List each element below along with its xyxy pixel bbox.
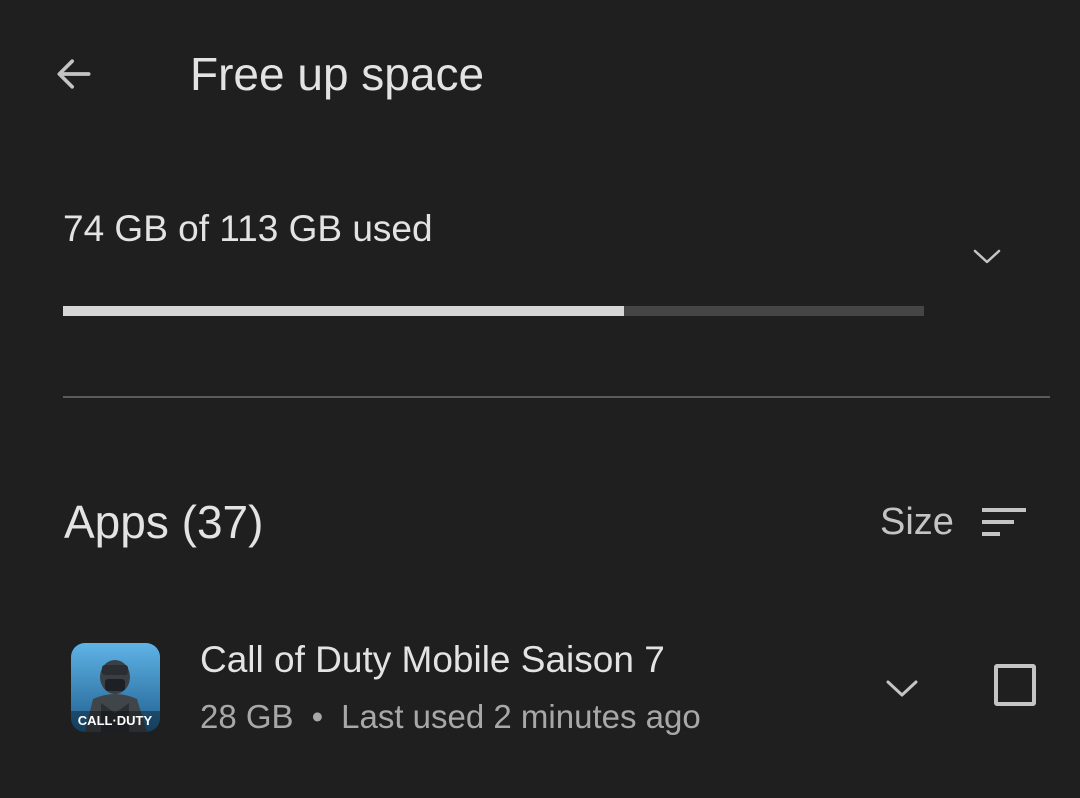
app-meta: 28 GB • Last used 2 minutes ago — [200, 694, 701, 740]
storage-progress-bar — [63, 306, 924, 316]
app-expand-button[interactable] — [876, 664, 928, 712]
arrow-left-icon — [57, 59, 91, 89]
app-icon-text: CALL·DUTY — [78, 713, 153, 728]
app-name: Call of Duty Mobile Saison 7 — [200, 639, 665, 680]
free-up-space-screen: Free up space 74 GB of 113 GB used Apps … — [0, 0, 1080, 798]
page-title: Free up space — [190, 48, 485, 100]
storage-expand-button[interactable] — [962, 232, 1012, 280]
app-list-item[interactable]: CALL·DUTY Call of Duty Mobile Saison 7 2… — [0, 620, 1080, 770]
sort-icon — [981, 508, 1026, 536]
app-select-checkbox[interactable] — [994, 664, 1036, 706]
sort-label: Size — [880, 500, 954, 543]
storage-progress-fill — [63, 306, 624, 316]
back-button[interactable] — [44, 44, 104, 104]
divider — [63, 396, 1050, 398]
app-size: 28 GB — [200, 698, 294, 735]
app-icon-call-of-duty: CALL·DUTY — [71, 643, 160, 732]
app-last-used: Last used 2 minutes ago — [341, 698, 701, 735]
chevron-down-icon — [886, 680, 918, 697]
chevron-down-icon — [973, 249, 1001, 264]
sort-by-size-button[interactable]: Size — [880, 494, 1028, 550]
storage-summary: 74 GB of 113 GB used — [63, 208, 433, 249]
meta-separator: • — [311, 698, 324, 735]
apps-section-heading: Apps (37) — [64, 496, 264, 548]
